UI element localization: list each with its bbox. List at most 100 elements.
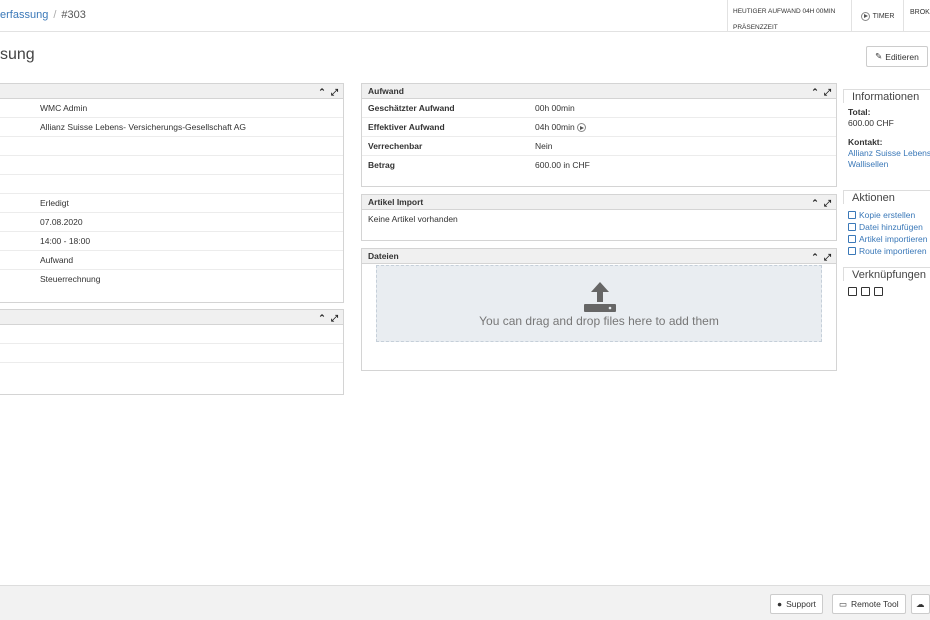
calendar-icon[interactable] [874, 287, 883, 296]
breadcrumb-parent-link[interactable]: erfassung [0, 9, 48, 21]
verknuepfungen-title: Verknüpfungen [843, 267, 930, 281]
total-label: Total: [848, 107, 871, 117]
aufwand-row: Verrechenbar Nein [362, 137, 836, 156]
daily-effort-text: HEUTIGER AUFWAND 04H 00MIN [733, 8, 836, 15]
presence-time-text: PRÄSENZZEIT [733, 24, 778, 31]
detail-row [0, 363, 343, 382]
file-dropzone[interactable]: You can drag and drop files here to add … [376, 265, 822, 342]
detail-value: WMC Admin [40, 103, 88, 113]
dropzone-text: You can drag and drop files here to add … [479, 314, 719, 328]
edit-button-label: Editieren [885, 51, 919, 62]
chat-icon: ● [777, 599, 783, 609]
collapse-icon[interactable]: ⌃ [811, 197, 819, 209]
dateien-panel: Dateien ⌃ ⤢ You can drag and drop files h… [361, 248, 837, 371]
artikel-panel-header: Artikel Import ⌃ ⤢ [362, 195, 836, 210]
timer-button[interactable]: TIMER [851, 0, 903, 32]
cloud-icon: ☁ [916, 598, 925, 609]
collapse-icon[interactable]: ⌃ [318, 312, 326, 324]
support-label: Support [786, 599, 816, 609]
remote-tool-label: Remote Tool [851, 599, 899, 609]
detail-row: Allianz Suisse Lebens- Versicherungs-Ges… [0, 118, 343, 137]
action-copy[interactable]: Kopie erstellen [848, 209, 930, 221]
expand-icon[interactable]: ⤢ [824, 250, 831, 264]
daily-effort-status[interactable]: HEUTIGER AUFWAND 04H 00MIN PRÄSENZZEIT [727, 0, 851, 32]
detail-row: 14:00 - 18:00 [0, 232, 343, 251]
collapse-icon[interactable]: ⌃ [811, 86, 819, 98]
play-icon[interactable] [577, 123, 587, 133]
verknuepfungen-section: Verknüpfungen [843, 267, 930, 296]
action-add-file[interactable]: Datei hinzufügen [848, 221, 930, 233]
edit-icon [848, 247, 856, 255]
collapse-icon[interactable]: ⌃ [318, 86, 326, 98]
collapse-icon[interactable]: ⌃ [811, 251, 819, 263]
action-import-article[interactable]: Artikel importieren [848, 233, 930, 245]
top-bar: erfassung / #303 HEUTIGER AUFWAND 04H 00MI… [0, 0, 930, 32]
detail-row [0, 175, 343, 194]
monitor-icon: ▭ [839, 598, 848, 609]
aufwand-value-wrap: 04h 00min [535, 118, 587, 137]
aufwand-label: Verrechenbar [368, 141, 423, 151]
dateien-title: Dateien [368, 251, 399, 261]
aufwand-label: Effektiver Aufwand [368, 122, 445, 132]
artikel-panel: Artikel Import ⌃ ⤢ Keine Artikel vorhande… [361, 194, 837, 241]
breadcrumb: erfassung / #303 [0, 9, 86, 21]
detail-row: Erledigt [0, 194, 343, 213]
pencil-icon: ✎ [875, 51, 883, 61]
page-title: sung [0, 46, 35, 63]
dateien-panel-header: Dateien ⌃ ⤢ [362, 249, 836, 264]
detail-row [0, 137, 343, 156]
breadcrumb-separator: / [53, 9, 57, 21]
details-panel-header: ⌃ ⤢ [0, 84, 343, 99]
aufwand-value: Nein [535, 141, 553, 151]
detail-value: Erledigt [40, 198, 69, 208]
artikel-title: Artikel Import [368, 197, 424, 207]
aufwand-row: Geschätzter Aufwand 00h 00min [362, 99, 836, 118]
informationen-title: Informationen [843, 89, 930, 103]
timer-label: TIMER [872, 12, 895, 20]
action-label: Route importieren [859, 245, 927, 256]
edit-icon [848, 235, 856, 243]
aufwand-row: Betrag 600.00 in CHF [362, 156, 836, 175]
action-label: Artikel importieren [859, 233, 928, 244]
detail-row: 07.08.2020 [0, 213, 343, 232]
artikel-empty-text: Keine Artikel vorhanden [368, 214, 458, 224]
aktionen-title: Aktionen [843, 190, 930, 204]
aufwand-value: 04h 00min [535, 122, 575, 132]
action-import-route[interactable]: Route importieren [848, 245, 930, 257]
kontakt-location-link[interactable]: Wallisellen [848, 159, 930, 170]
breadcrumb-current: #303 [61, 9, 86, 21]
aufwand-label: Betrag [368, 160, 395, 170]
detail-value: 14:00 - 18:00 [40, 236, 91, 246]
aufwand-panel-header: Aufwand ⌃ ⤢ [362, 84, 836, 99]
checkbox-icon[interactable] [861, 287, 870, 296]
aktionen-section: Aktionen Kopie erstellen Datei hinzufüge… [843, 190, 930, 257]
expand-icon[interactable]: ⤢ [331, 85, 338, 99]
remote-tool-button[interactable]: ▭ Remote Tool [832, 594, 906, 614]
detail-row [0, 325, 343, 344]
expand-icon[interactable]: ⤢ [824, 85, 831, 99]
detail-row [0, 344, 343, 363]
detail-value: Allianz Suisse Lebens- Versicherungs-Ges… [40, 122, 246, 132]
aufwand-value: 00h 00min [535, 103, 575, 113]
secondary-panel: ⌃ ⤢ [0, 309, 344, 395]
file-icon [848, 223, 856, 231]
edit-button[interactable]: ✎ Editieren [866, 46, 928, 67]
expand-icon[interactable]: ⤢ [824, 196, 831, 210]
detail-value: 07.08.2020 [40, 217, 83, 227]
copy-icon [848, 211, 856, 219]
note-icon[interactable] [848, 287, 857, 296]
footer-bar: ● Support ▭ Remote Tool ☁ [0, 585, 930, 620]
upload-icon [584, 282, 616, 312]
expand-icon[interactable]: ⤢ [331, 311, 338, 325]
detail-row: Aufwand [0, 251, 343, 270]
cloud-button[interactable]: ☁ [911, 594, 930, 614]
kontakt-link[interactable]: Allianz Suisse Lebens [848, 148, 930, 159]
aufwand-panel: Aufwand ⌃ ⤢ Geschätzter Aufwand 00h 00min … [361, 83, 837, 187]
action-label: Kopie erstellen [859, 209, 916, 220]
secondary-panel-header: ⌃ ⤢ [0, 310, 343, 325]
action-label: Datei hinzufügen [859, 221, 923, 232]
aufwand-title: Aufwand [368, 86, 404, 96]
detail-row: WMC Admin [0, 99, 343, 118]
support-button[interactable]: ● Support [770, 594, 823, 614]
brok-menu[interactable]: BROK [903, 0, 930, 32]
